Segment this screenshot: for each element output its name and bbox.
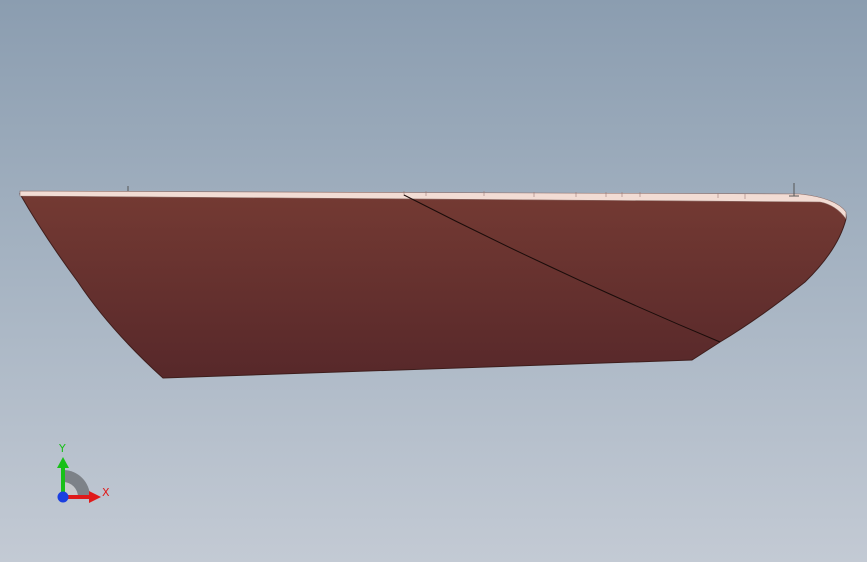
z-axis-dot-icon xyxy=(57,491,69,503)
x-axis-arrow-icon xyxy=(89,491,101,503)
hull-body[interactable] xyxy=(19,193,847,379)
x-axis-label: X xyxy=(102,486,110,499)
y-axis-label: Y xyxy=(59,442,66,455)
graphics-viewport[interactable]: Y X Z xyxy=(0,0,867,562)
y-axis-arrow-icon xyxy=(57,457,69,468)
model-scene[interactable] xyxy=(0,0,867,562)
coordinate-triad[interactable]: Y X Z xyxy=(48,440,120,510)
